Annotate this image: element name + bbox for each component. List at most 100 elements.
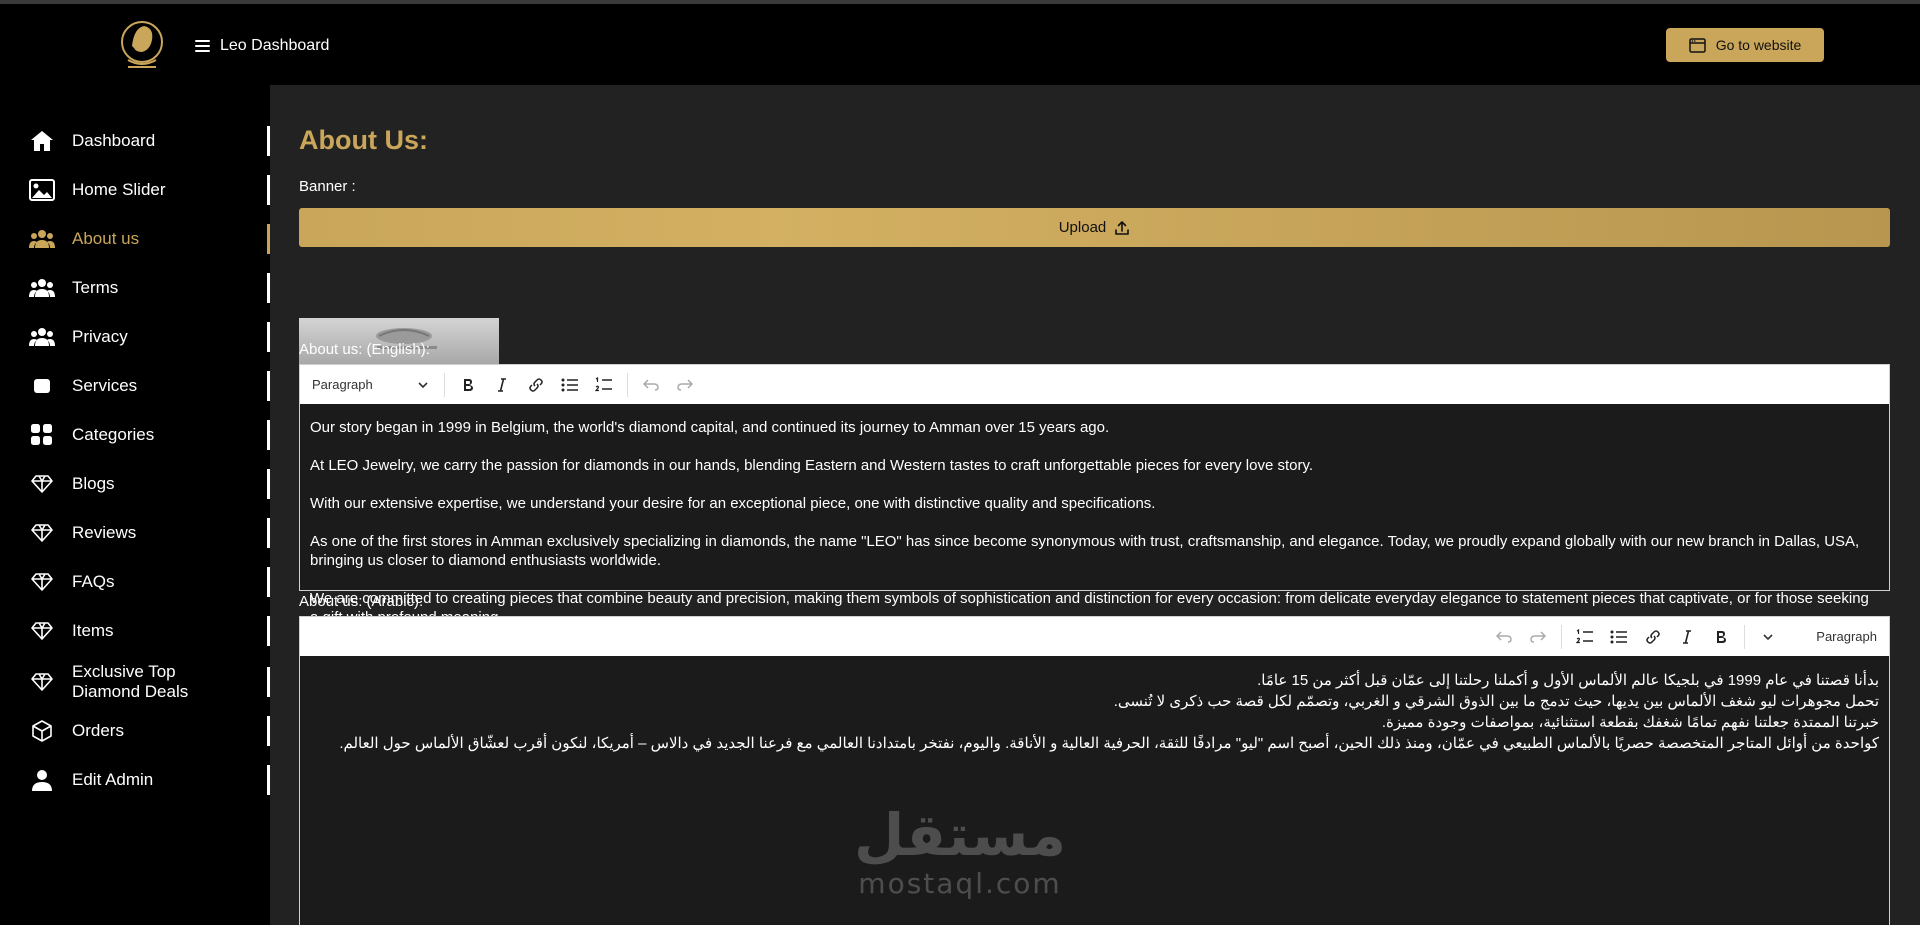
undo-icon: [1496, 630, 1512, 643]
go-to-website-button[interactable]: Go to website: [1666, 28, 1824, 62]
users-icon: [29, 324, 55, 350]
page-title: About Us:: [299, 125, 428, 155]
sidebar-item-label: Items: [72, 621, 114, 640]
link-button[interactable]: [521, 370, 551, 400]
sidebar-item-dashboard[interactable]: Dashboard: [0, 118, 270, 164]
upload-button[interactable]: Upload: [299, 208, 1890, 247]
sidebar: Dashboard Home Slider About us Terms Pri…: [0, 85, 270, 925]
diamond-icon: [29, 618, 55, 644]
toolbar-separator: [627, 372, 628, 397]
link-button[interactable]: [1638, 622, 1668, 652]
numbered-list-button[interactable]: [1570, 622, 1600, 652]
redo-button[interactable]: [670, 370, 700, 400]
sidebar-item-label: Edit Admin: [72, 770, 154, 789]
chevron-down-icon: [1763, 633, 1773, 640]
block-type-select[interactable]: Paragraph: [312, 372, 436, 398]
sidebar-item-orders[interactable]: Orders: [0, 708, 270, 754]
block-type-select[interactable]: Paragraph: [1787, 624, 1877, 650]
sidebar-item-label: Home Slider: [72, 180, 166, 199]
main-content: About Us: Banner : Upload About us: (Eng…: [270, 85, 1920, 925]
arabic-about-label: About us: (Arabic):: [299, 593, 424, 610]
arabic-paragraph: كواحدة من أوائل المتاجر المتخصصة حصريًا …: [339, 735, 1879, 752]
english-rich-text-editor[interactable]: Paragraph Our story began in 1999 in Bel…: [299, 364, 1890, 626]
italic-icon: [498, 377, 506, 392]
bold-button[interactable]: [1706, 622, 1736, 652]
users-icon: [29, 226, 55, 252]
bold-button[interactable]: [453, 370, 483, 400]
italic-button[interactable]: [1672, 622, 1702, 652]
redo-icon: [1530, 630, 1546, 643]
block-type-value: Paragraph: [312, 377, 373, 392]
sidebar-item-about-us[interactable]: About us: [0, 216, 270, 262]
bold-icon: [1717, 630, 1726, 643]
sidebar-item-label: Categories: [72, 425, 155, 444]
sidebar-item-faqs[interactable]: FAQs: [0, 559, 270, 605]
english-paragraph: With our extensive expertise, we underst…: [310, 495, 1156, 512]
sidebar-item-label: Exclusive Top Diamond Deals: [72, 662, 189, 701]
grid-icon: [29, 422, 55, 448]
block-type-dropdown[interactable]: [1753, 622, 1783, 652]
arabic-editor-toolbar: Paragraph: [300, 617, 1889, 656]
chevron-down-icon: [418, 381, 428, 388]
arabic-paragraph: خبرتنا الممتدة جعلتنا نفهم تمامًا شغفك ب…: [1381, 714, 1879, 731]
sidebar-item-label: Services: [72, 376, 138, 395]
bullet-list-icon: [1610, 630, 1627, 643]
toolbar-separator: [1744, 624, 1745, 649]
toolbar-separator: [1561, 624, 1562, 649]
arabic-paragraph: تحمل مجوهرات ليو شغف الألماس بين يديها، …: [1113, 693, 1879, 710]
english-paragraph: As one of the first stores in Amman excl…: [310, 533, 1860, 569]
numbered-list-icon: [595, 376, 612, 391]
sidebar-item-services[interactable]: Services: [0, 363, 270, 409]
link-icon: [529, 377, 543, 392]
arabic-rich-text-editor[interactable]: Paragraph بدأنا قصتنا في عام 1999 في بلج…: [299, 616, 1890, 925]
undo-button[interactable]: [636, 370, 666, 400]
home-icon: [29, 128, 55, 154]
english-paragraph: At LEO Jewelry, we carry the passion for…: [310, 457, 1314, 474]
sidebar-item-label: Blogs: [72, 474, 115, 493]
undo-button[interactable]: [1489, 622, 1519, 652]
bullet-list-icon: [561, 378, 578, 391]
sidebar-item-exclusive-deals[interactable]: Exclusive Top Diamond Deals: [0, 657, 270, 707]
brand-title: Leo Dashboard: [220, 37, 330, 54]
sidebar-item-categories[interactable]: Categories: [0, 412, 270, 458]
box-icon: [29, 718, 55, 744]
sidebar-item-edit-admin[interactable]: Edit Admin: [0, 757, 270, 803]
bullet-list-button[interactable]: [555, 370, 585, 400]
redo-icon: [677, 378, 693, 391]
diamond-icon: [29, 520, 55, 546]
sidebar-item-reviews[interactable]: Reviews: [0, 510, 270, 556]
block-type-value: Paragraph: [1816, 629, 1877, 644]
sidebar-item-terms[interactable]: Terms: [0, 265, 270, 311]
english-editor-toolbar: Paragraph: [300, 365, 1889, 404]
leo-logo[interactable]: [114, 16, 170, 76]
italic-button[interactable]: [487, 370, 517, 400]
user-icon: [29, 767, 55, 793]
sidebar-item-label: About us: [72, 229, 140, 248]
english-editor-content[interactable]: Our story began in 1999 in Belgium, the …: [300, 404, 1889, 639]
redo-button[interactable]: [1523, 622, 1553, 652]
sidebar-item-home-slider[interactable]: Home Slider: [0, 167, 270, 213]
sidebar-item-blogs[interactable]: Blogs: [0, 461, 270, 507]
users-icon: [29, 275, 55, 301]
sidebar-item-privacy[interactable]: Privacy: [0, 314, 270, 360]
diamond-icon: [29, 669, 55, 695]
italic-icon: [1683, 629, 1691, 644]
numbered-list-icon: [1576, 628, 1593, 643]
english-paragraph: Our story began in 1999 in Belgium, the …: [310, 419, 1110, 436]
diamond-icon: [29, 569, 55, 595]
hamburger-icon[interactable]: [195, 40, 210, 52]
square-icon: [29, 373, 55, 399]
browser-window-icon: [1688, 37, 1706, 53]
undo-icon: [643, 378, 659, 391]
top-bar: Leo Dashboard Go to website: [0, 4, 1920, 85]
arabic-editor-content[interactable]: بدأنا قصتنا في عام 1999 في بلجيكا عالم ا…: [300, 656, 1889, 766]
sidebar-item-items[interactable]: Items: [0, 608, 270, 654]
numbered-list-button[interactable]: [589, 370, 619, 400]
arabic-paragraph: بدأنا قصتنا في عام 1999 في بلجيكا عالم ا…: [1257, 672, 1879, 689]
upload-label: Upload: [1058, 219, 1107, 236]
sidebar-item-label: Dashboard: [72, 131, 156, 150]
link-icon: [1646, 629, 1660, 644]
menu-toggle[interactable]: Leo Dashboard: [195, 37, 329, 55]
bullet-list-button[interactable]: [1604, 622, 1634, 652]
image-icon: [29, 177, 55, 203]
